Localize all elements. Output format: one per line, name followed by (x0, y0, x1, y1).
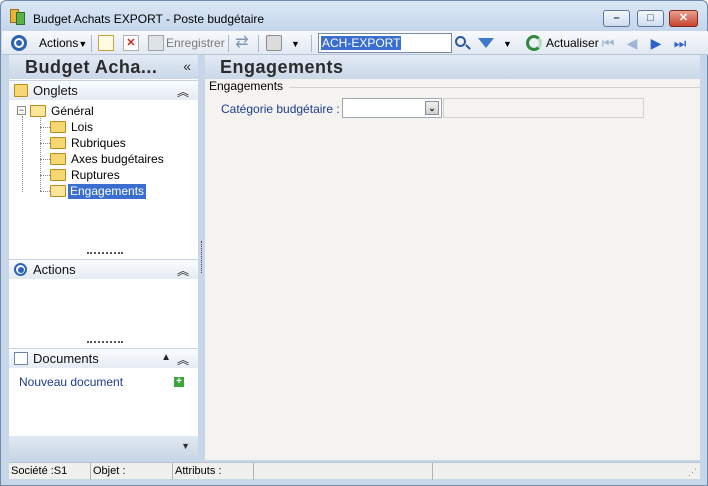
status-bar: Société :S1 Objet : Attributs : ⋰ (9, 462, 700, 480)
tree-item-rubriques[interactable]: Rubriques (69, 136, 128, 151)
actions-pane-header[interactable]: Actions ︽ (9, 259, 198, 279)
sidebar-footer: ▼ (9, 436, 198, 460)
filter-dropdown-icon[interactable]: ▼ (503, 35, 512, 53)
tree-item-axes-budgetaires[interactable]: Axes budgétaires (69, 152, 166, 167)
main-header: Engagements (205, 55, 700, 79)
filter-icon[interactable] (478, 38, 494, 48)
documents-pane-title: Documents (33, 351, 99, 366)
delete-icon[interactable]: ✕ (123, 35, 139, 51)
print-dropdown-icon[interactable]: ▼ (291, 35, 300, 53)
status-empty (254, 463, 433, 480)
folder-icon (50, 153, 66, 165)
actions-pane-title: Actions (33, 262, 76, 277)
dropdown-arrow-icon: ▼ (78, 39, 88, 49)
save-icon[interactable] (148, 35, 164, 51)
folder-icon (50, 137, 66, 149)
group-divider (289, 87, 700, 88)
page-title: Engagements (220, 57, 344, 77)
collapse-sidebar-icon[interactable]: « (183, 58, 191, 74)
sidebar-header: Budget Acha... « (9, 55, 198, 79)
folder-open-icon (50, 185, 66, 197)
status-objet: Objet : (91, 463, 173, 480)
title-bar: Budget Achats EXPORT - Poste budgétaire … (1, 1, 707, 31)
refresh-button[interactable]: Actualiser (546, 34, 599, 52)
folder-icon (50, 121, 66, 133)
pane-resize-grip[interactable] (87, 252, 123, 255)
toolbar: Actions▼ ✕ Enregistrer ⇄ ▼ ACH-EXPORT ▼ … (2, 31, 708, 55)
main-panel: Engagements Engagements Catégorie budgét… (205, 55, 700, 460)
tree-item-general[interactable]: Général (49, 104, 96, 119)
folder-icon (14, 84, 28, 97)
folder-open-icon (30, 105, 46, 117)
collapse-pane-icon[interactable]: ︽ (177, 351, 189, 368)
search-input[interactable]: ACH-EXPORT (318, 33, 452, 53)
app-icon (10, 9, 26, 25)
folder-icon (50, 169, 66, 181)
toolbar-separator (228, 35, 229, 52)
categorie-description-field (443, 98, 644, 118)
app-title: Budget Achats EXPORT - (33, 12, 170, 26)
first-record-icon[interactable]: ⏮ (600, 35, 616, 51)
actions-menu-label: Actions (39, 36, 79, 50)
onglets-pane-header[interactable]: Onglets ︽ (9, 80, 198, 100)
target-icon[interactable] (11, 35, 27, 51)
document-title: Poste budgétaire (173, 12, 265, 26)
document-icon (14, 352, 28, 365)
categorie-budgetaire-select[interactable]: ⌄ (342, 98, 442, 118)
save-button[interactable]: Enregistrer (166, 34, 225, 52)
toolbar-separator (258, 35, 259, 52)
close-icon: ✕ (678, 12, 689, 24)
tree-item-ruptures[interactable]: Ruptures (69, 168, 122, 183)
tree-item-lois[interactable]: Lois (69, 120, 95, 135)
categorie-budgetaire-label: Catégorie budgétaire : (221, 102, 340, 116)
tree-item-engagements[interactable]: Engagements (68, 184, 147, 199)
collapse-pane-icon[interactable]: ︽ (177, 83, 189, 100)
status-societe: Société :S1 (9, 463, 91, 480)
new-document-link[interactable]: Nouveau document (19, 375, 123, 389)
sync-icon[interactable]: ⇄ (234, 35, 250, 51)
search-value: ACH-EXPORT (321, 36, 402, 50)
toolbar-separator (311, 35, 312, 52)
sidebar: Budget Acha... « Onglets ︽ − Général Loi… (9, 55, 198, 460)
collapse-pane-icon[interactable]: ︽ (177, 262, 189, 279)
chevron-down-icon[interactable]: ⌄ (425, 101, 439, 115)
maximize-icon: □ (647, 12, 654, 24)
refresh-icon[interactable] (526, 35, 542, 51)
next-record-icon[interactable]: ▶ (648, 35, 664, 51)
search-icon[interactable] (455, 36, 466, 47)
resize-grip-icon[interactable]: ⋰ (688, 467, 697, 478)
close-button[interactable]: ✕ (669, 10, 698, 27)
sidebar-splitter[interactable] (201, 241, 202, 273)
scroll-down-icon[interactable]: ▼ (181, 441, 190, 451)
last-record-icon[interactable]: ⏭ (672, 35, 688, 51)
minimize-icon: – (613, 12, 620, 24)
tree-collapse-toggle[interactable]: − (17, 106, 26, 115)
window-title: Budget Achats EXPORT - Poste budgétaire (33, 12, 264, 26)
sidebar-title: Budget Acha... (25, 57, 158, 77)
print-icon[interactable] (266, 35, 282, 51)
maximize-button[interactable]: □ (637, 10, 664, 27)
actions-menu-button[interactable]: Actions▼ (39, 34, 87, 52)
add-icon[interactable]: + (174, 377, 184, 387)
group-title: Engagements (209, 79, 284, 93)
new-record-icon[interactable] (98, 35, 114, 51)
pane-resize-grip[interactable] (87, 341, 123, 344)
documents-pane-header[interactable]: Documents ▲ ︽ (9, 348, 198, 368)
previous-record-icon[interactable]: ◀ (624, 35, 640, 51)
pane-up-icon[interactable]: ▲ (161, 352, 171, 363)
onglets-title: Onglets (33, 83, 78, 98)
target-icon (14, 263, 27, 276)
app-window: Budget Achats EXPORT - Poste budgétaire … (0, 0, 708, 486)
toolbar-separator (91, 35, 92, 52)
status-attributs: Attributs : (173, 463, 254, 480)
minimize-button[interactable]: – (603, 10, 630, 27)
